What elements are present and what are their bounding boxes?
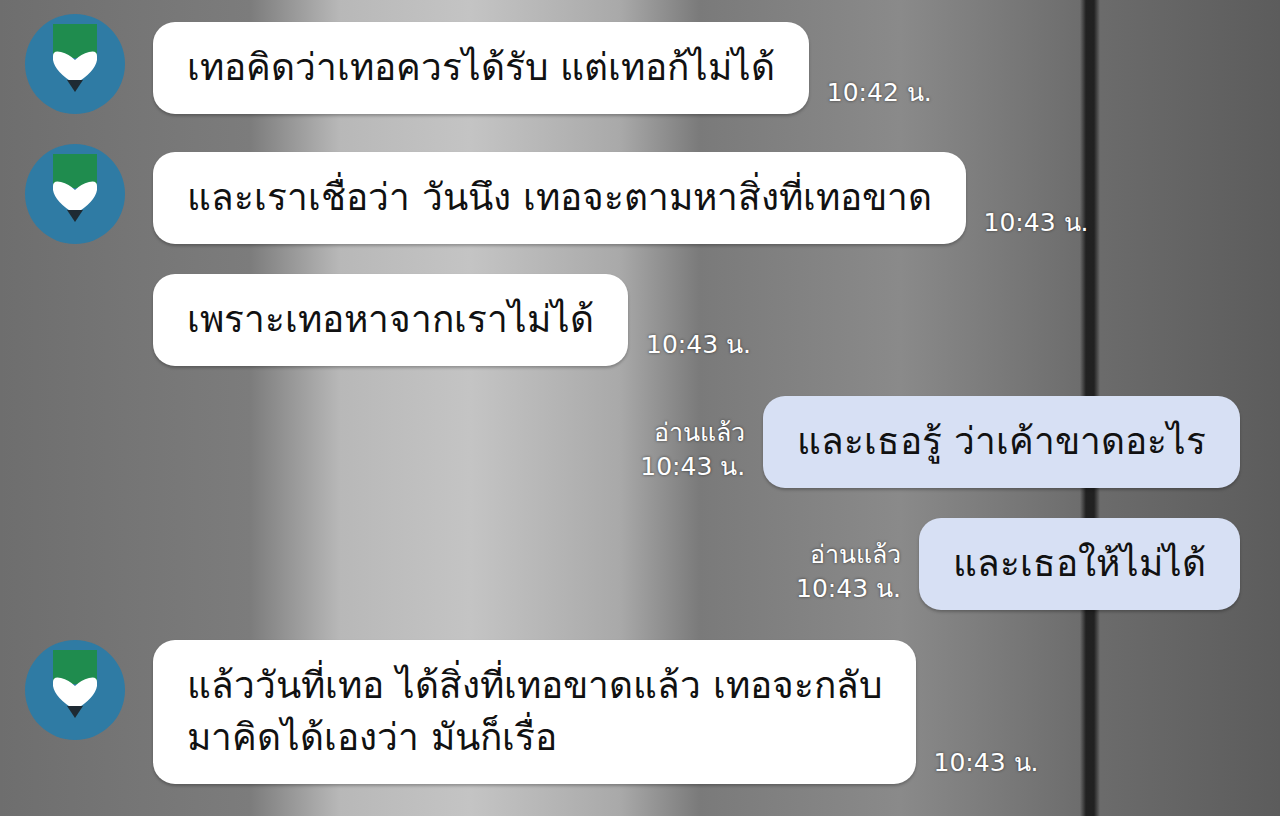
message-bubble[interactable]: และเธอให้ไม่ได้ [919, 518, 1240, 610]
message-bubble[interactable]: เพราะเทอหาจากเราไม่ได้ [153, 274, 628, 366]
message-time: 10:43 น. [640, 450, 745, 484]
pencil-avatar-icon[interactable] [25, 640, 125, 740]
message-meta: 10:42 น. [827, 76, 932, 110]
pencil-avatar-icon[interactable] [25, 14, 125, 114]
avatar-slot [25, 144, 125, 244]
message-bubble[interactable]: แล้ววันที่เทอ ได้สิ่งที่เทอขาดแล้ว เทอจะ… [153, 640, 916, 784]
message-time: 10:43 น. [796, 572, 901, 606]
message-row: อ่านแล้ว10:43 น. และเธอให้ไม่ได้ [0, 518, 1280, 610]
avatar-slot [25, 14, 125, 114]
pencil-avatar-icon[interactable] [25, 144, 125, 244]
message-meta: อ่านแล้ว10:43 น. [796, 538, 901, 606]
message-meta: 10:43 น. [984, 206, 1089, 240]
message-bubble[interactable]: และเธอรู้ ว่าเค้าขาดอะไร [763, 396, 1240, 488]
message-time: 10:43 น. [984, 208, 1089, 237]
message-row: เทอคิดว่าเทอควรได้รับ แต่เทอก้ไม่ได้ 10:4… [0, 14, 1280, 114]
read-receipt: อ่านแล้ว [654, 416, 745, 450]
message-bubble[interactable]: เทอคิดว่าเทอควรได้รับ แต่เทอก้ไม่ได้ [153, 22, 809, 114]
message-time: 10:43 น. [646, 330, 751, 359]
message-row: และเราเชื่อว่า วันนึง เทอจะตามหาสิ่งที่เ… [0, 144, 1280, 244]
avatar-slot [25, 640, 125, 740]
message-meta: อ่านแล้ว10:43 น. [640, 416, 745, 484]
chat-list: เทอคิดว่าเทอควรได้รับ แต่เทอก้ไม่ได้ 10:4… [0, 0, 1280, 784]
read-receipt: อ่านแล้ว [810, 538, 901, 572]
message-time: 10:43 น. [934, 748, 1039, 777]
message-row: อ่านแล้ว10:43 น. และเธอรู้ ว่าเค้าขาดอะไร [0, 396, 1280, 488]
message-row: เพราะเทอหาจากเราไม่ได้ 10:43 น. [0, 274, 1280, 366]
message-meta: 10:43 น. [934, 746, 1039, 780]
message-row: แล้ววันที่เทอ ได้สิ่งที่เทอขาดแล้ว เทอจะ… [0, 640, 1280, 784]
message-bubble[interactable]: และเราเชื่อว่า วันนึง เทอจะตามหาสิ่งที่เ… [153, 152, 966, 244]
message-meta: 10:43 น. [646, 328, 751, 362]
message-time: 10:42 น. [827, 78, 932, 107]
